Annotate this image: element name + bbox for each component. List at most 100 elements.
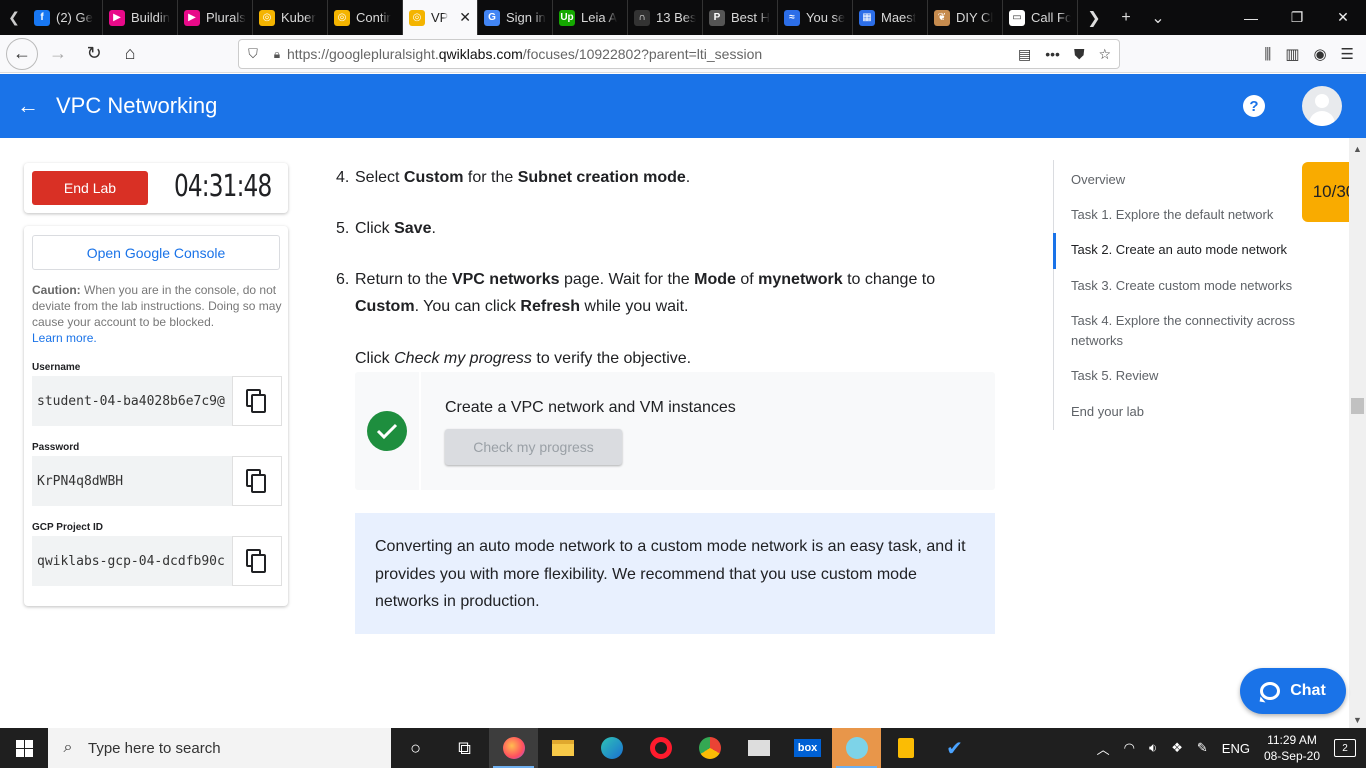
progress-check-box: Create a VPC network and VM instances Ch… xyxy=(355,372,995,490)
back-arrow-icon[interactable]: ← xyxy=(0,93,56,119)
tab-list: f (2) Ge ▶ Buildin ▶ Plurals ◎ Kuber ◎ Contir ◎ VP ✕… xyxy=(28,0,1078,35)
open-console-button[interactable]: Open Google Console xyxy=(32,235,280,270)
end-lab-button[interactable]: End Lab xyxy=(32,171,148,205)
copy-project-id-icon[interactable] xyxy=(232,536,282,586)
minimize-icon[interactable]: — xyxy=(1228,10,1274,26)
p-icon: P xyxy=(709,9,725,26)
browser-tab-title: Kuber xyxy=(281,10,316,25)
mail-icon[interactable] xyxy=(734,728,783,768)
tab-scroll-left-icon[interactable]: ❮ xyxy=(0,0,28,35)
tab-scroll-right-icon[interactable]: ❯ xyxy=(1078,8,1110,28)
toc-item-task-1[interactable]: Task 1. Explore the default network xyxy=(1071,205,1316,225)
chat-label: Chat xyxy=(1290,682,1326,699)
account-icon[interactable]: ◉ xyxy=(1313,45,1326,63)
browser-tab-title: Contir xyxy=(356,10,391,25)
browser-tab[interactable]: ◎ Kuber xyxy=(253,0,328,35)
edge-icon[interactable] xyxy=(587,728,636,768)
username-label: Username xyxy=(32,362,81,373)
browser-tab[interactable]: ◎ VP ✕ xyxy=(403,0,478,35)
chat-button[interactable]: Chat xyxy=(1240,668,1346,714)
new-tab-icon[interactable]: + xyxy=(1110,9,1142,27)
list-all-tabs-icon[interactable]: ⌄ xyxy=(1142,8,1174,28)
browser-tab[interactable]: G Sign in xyxy=(478,0,553,35)
restore-icon[interactable]: ❐ xyxy=(1274,9,1320,26)
help-icon[interactable]: ? xyxy=(1243,95,1265,117)
browser-tab[interactable]: ❦ DIY Cl xyxy=(928,0,1003,35)
vertical-scrollbar[interactable]: ▲ ▼ xyxy=(1349,138,1366,728)
copy-password-icon[interactable] xyxy=(232,456,282,506)
dropbox-icon[interactable]: ❖ xyxy=(1171,740,1183,756)
copy-username-icon[interactable] xyxy=(232,376,282,426)
browser-tab[interactable]: ◎ Contir xyxy=(328,0,403,35)
system-tray: ︿ ◠ 🔉︎ ❖ ✎ ENG 11:29 AM 08-Sep-20 2 xyxy=(1097,732,1366,764)
cortana-icon[interactable]: ○ xyxy=(391,728,440,768)
forward-icon[interactable]: → xyxy=(42,38,74,70)
library-icon[interactable]: ⫼ xyxy=(1264,46,1271,63)
browser-tab[interactable]: Up Leia A xyxy=(553,0,628,35)
reload-icon[interactable]: ↻ xyxy=(78,38,110,70)
credentials-card: Open Google Console Caution: When you ar… xyxy=(24,226,288,606)
page-actions-icon[interactable]: ••• xyxy=(1045,46,1060,63)
language-indicator[interactable]: ENG xyxy=(1222,741,1250,756)
opera-icon[interactable] xyxy=(636,728,685,768)
notifications-icon[interactable]: 2 xyxy=(1334,739,1356,757)
facebook-icon: f xyxy=(34,9,50,26)
browser-tab[interactable]: f (2) Ge xyxy=(28,0,103,35)
username-value[interactable]: student-04-ba4028b6e7c9@ xyxy=(32,394,232,409)
show-hidden-icons-icon[interactable]: ︿ xyxy=(1097,739,1110,758)
toc-item-overview[interactable]: Overview xyxy=(1071,170,1316,190)
toc-item-task-4[interactable]: Task 4. Explore the connectivity across … xyxy=(1071,311,1316,351)
app-icon[interactable] xyxy=(832,728,881,768)
browser-tab-title: 13 Bes xyxy=(656,10,696,25)
file-explorer-icon[interactable] xyxy=(538,728,587,768)
lock-icon[interactable]: 🔒︎ xyxy=(267,47,287,62)
browser-tab[interactable]: P Best H xyxy=(703,0,778,35)
url-text[interactable]: https://googlepluralsight.qwiklabs.com/f… xyxy=(287,46,762,62)
volume-icon[interactable]: 🔉︎ xyxy=(1149,740,1157,756)
scroll-up-icon[interactable]: ▲ xyxy=(1349,140,1366,157)
browser-tab[interactable]: ▶ Plurals xyxy=(178,0,253,35)
clock[interactable]: 11:29 AM 08-Sep-20 xyxy=(1264,732,1320,764)
address-bar[interactable]: ⛉ 🔒︎ https://googlepluralsight.qwiklabs.… xyxy=(238,39,1120,69)
project-id-value[interactable]: qwiklabs-gcp-04-dcdfb90c xyxy=(32,554,232,569)
tasks-icon[interactable]: ✔ xyxy=(930,728,979,768)
browser-tab[interactable]: ▶ Buildin xyxy=(103,0,178,35)
browser-tab[interactable]: ∩ 13 Bes xyxy=(628,0,703,35)
back-icon[interactable]: ← xyxy=(6,37,38,70)
toc-item-task-3[interactable]: Task 3. Create custom mode networks xyxy=(1071,276,1316,296)
firefox-icon[interactable] xyxy=(489,728,538,768)
bookmark-star-icon[interactable]: ☆ xyxy=(1098,46,1111,63)
toc-item-end-lab[interactable]: End your lab xyxy=(1071,402,1316,422)
keep-icon[interactable] xyxy=(881,728,930,768)
close-window-icon[interactable]: ✕ xyxy=(1320,9,1366,26)
home-icon[interactable]: ⌂ xyxy=(114,38,146,70)
reader-view-icon[interactable]: ▤ xyxy=(1018,46,1031,63)
browser-tab[interactable]: ▭ Call Fc xyxy=(1003,0,1078,35)
info-note-text: Converting an auto mode network to a cus… xyxy=(375,538,966,610)
lab-timer-card: End Lab 04:31:48 xyxy=(24,163,288,213)
progress-objective-title: Create a VPC network and VM instances xyxy=(445,399,736,416)
browser-tab[interactable]: ≈ You se xyxy=(778,0,853,35)
pocket-icon[interactable]: ⛊ xyxy=(1074,46,1085,63)
learn-more-link[interactable]: Learn more. xyxy=(32,331,97,345)
wifi-icon[interactable]: ◠ xyxy=(1124,740,1135,756)
toc-item-task-5[interactable]: Task 5. Review xyxy=(1071,366,1316,386)
scroll-down-icon[interactable]: ▼ xyxy=(1349,711,1366,728)
sidebar-icon[interactable]: ▥ xyxy=(1285,45,1299,63)
scroll-thumb[interactable] xyxy=(1351,398,1364,414)
menu-icon[interactable]: ☰ xyxy=(1341,45,1354,63)
start-button[interactable] xyxy=(0,728,48,768)
check-my-progress-button[interactable]: Check my progress xyxy=(445,429,622,465)
browser-tab[interactable]: ▦ Maest xyxy=(853,0,928,35)
box-icon[interactable]: box xyxy=(783,728,832,768)
chrome-icon[interactable] xyxy=(685,728,734,768)
task-view-icon[interactable]: ⧉ xyxy=(440,728,489,768)
toc-item-task-2[interactable]: Task 2. Create an auto mode network xyxy=(1071,240,1316,260)
close-tab-icon[interactable]: ✕ xyxy=(459,9,471,26)
avatar[interactable] xyxy=(1302,86,1342,126)
password-value[interactable]: KrPN4q8dWBH xyxy=(32,474,232,489)
taskbar-search[interactable]: ⌕ Type here to search xyxy=(48,728,391,768)
window-controls: — ❐ ✕ xyxy=(1228,0,1366,35)
tracking-shield-icon[interactable]: ⛉ xyxy=(239,46,267,62)
pen-icon[interactable]: ✎ xyxy=(1197,740,1208,756)
